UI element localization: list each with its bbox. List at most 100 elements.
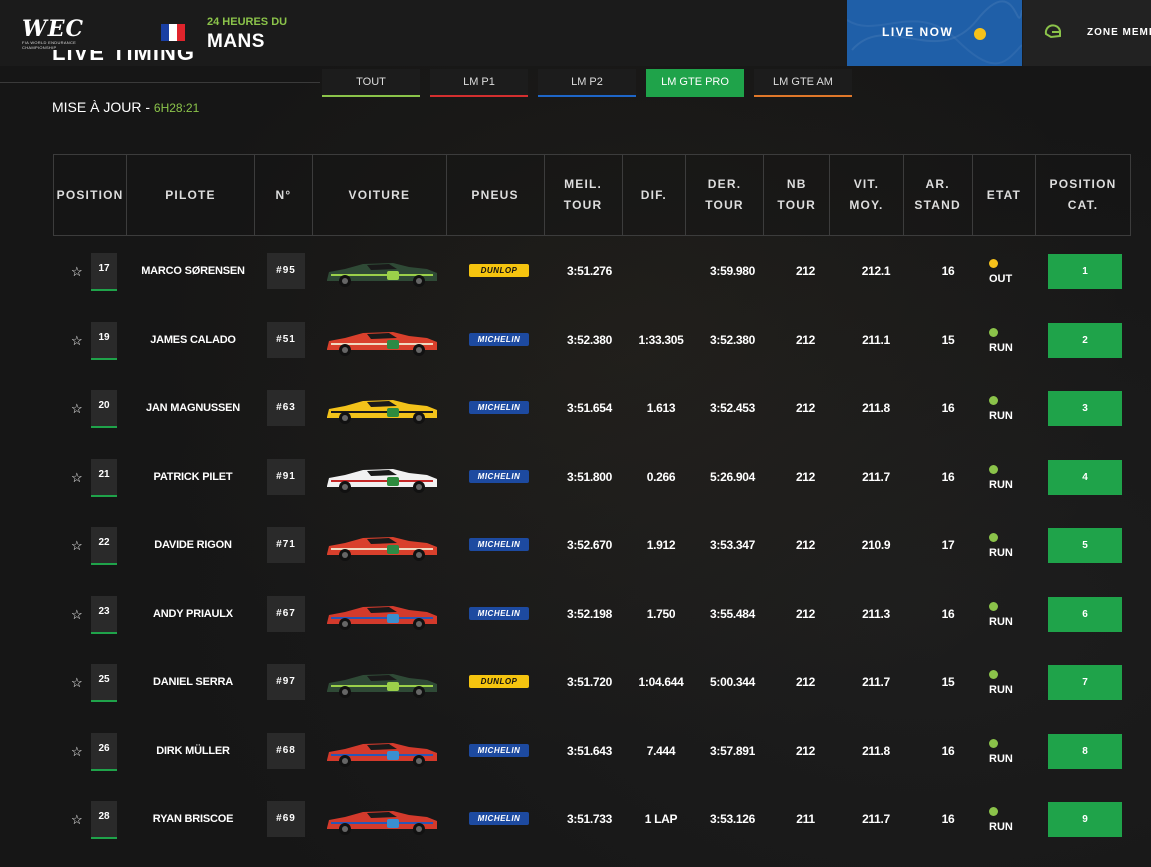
last-lap: 5:00.344 [710, 675, 755, 690]
car-status: RUN [978, 443, 1033, 512]
category-position: 5 [1048, 528, 1122, 563]
pit-stops: 16 [941, 469, 955, 484]
column-header-voiture: VOITURE [313, 155, 447, 235]
tyre-michelin-logo: MICHELIN [469, 401, 529, 414]
average-speed: 211.7 [862, 812, 890, 827]
gap: 7.444 [646, 743, 676, 758]
table-row[interactable]: ☆ 19 JAMES CALADO #51 MICHELIN 3:52.380 1:… [53, 306, 1131, 375]
tyre-dunlop-logo: DUNLOP [469, 264, 529, 277]
average-speed: 210.9 [861, 538, 891, 553]
driver-name[interactable]: DAVIDE RIGON [128, 511, 258, 580]
column-header-position-categorie: POSITION CAT. [1049, 177, 1117, 212]
column-header-arrets-stand: AR. STAND [904, 155, 973, 235]
table-row[interactable]: ☆ 22 DAVIDE RIGON #71 MICHELIN 3:52.670 1.… [53, 511, 1131, 580]
driver-name[interactable]: PATRICK PILET [128, 443, 258, 512]
tyre-michelin-logo: MICHELIN [469, 743, 529, 757]
overall-position: 17 [91, 253, 117, 291]
favorite-star-icon[interactable]: ☆ [71, 538, 83, 554]
car-status: RUN [978, 648, 1033, 717]
average-speed: 211.7 [862, 469, 890, 484]
driver-name[interactable]: DANIEL SERRA [128, 648, 258, 717]
table-row[interactable]: ☆ 21 PATRICK PILET #91 MICHELIN 3:51.800 0… [53, 443, 1131, 512]
status-label: RUN [989, 684, 1013, 696]
pit-stops: 17 [941, 538, 955, 553]
header-divider [0, 82, 320, 83]
category-position: 6 [1048, 596, 1122, 632]
car-status: RUN [978, 785, 1033, 854]
gap: 1.750 [646, 606, 676, 621]
status-label: RUN [989, 821, 1013, 833]
table-row[interactable]: ☆ 25 DANIEL SERRA #97 DUNLOP 3:51.720 1:04… [53, 648, 1131, 717]
tab-lm-gte-am[interactable]: LM GTE AM [754, 69, 852, 97]
last-lap: 3:57.891 [710, 743, 755, 758]
status-label: RUN [989, 478, 1013, 491]
live-now-button[interactable]: LIVE NOW [847, 0, 1022, 66]
helmet-icon [1044, 24, 1061, 39]
column-header-etat: ETAT [973, 155, 1037, 235]
table-row[interactable]: ☆ 26 DIRK MÜLLER #68 MICHELIN 3:51.643 7.4… [53, 717, 1131, 786]
driver-name[interactable]: RYAN BRISCOE [128, 785, 258, 854]
column-header-nb-tours: NB TOUR [764, 155, 831, 235]
last-lap: 3:52.453 [710, 401, 755, 416]
gap: 1:04.644 [638, 675, 684, 690]
favorite-star-icon[interactable]: ☆ [71, 401, 83, 417]
column-header-vitesse-moyenne: VIT. MOY. [830, 155, 904, 235]
gap: 1:33.305 [638, 332, 684, 347]
category-position: 7 [1048, 665, 1122, 700]
category-position: 8 [1048, 733, 1122, 769]
car-ford-icon [323, 806, 441, 836]
lap-count: 212 [795, 538, 816, 553]
driver-name[interactable]: MARCO SØRENSEN [128, 237, 258, 306]
favorite-star-icon[interactable]: ☆ [71, 675, 83, 691]
tab-lm-p2[interactable]: LM P2 [538, 69, 636, 97]
tab-tout[interactable]: TOUT [322, 69, 420, 97]
event-subtitle: 24 HEURES DU [207, 16, 288, 28]
overall-position: 21 [91, 458, 117, 497]
status-label: OUT [989, 273, 1013, 285]
driver-name[interactable]: JAMES CALADO [128, 306, 258, 375]
best-lap: 3:51.800 [567, 469, 612, 484]
car-status: RUN [978, 511, 1033, 580]
zone-membre-button[interactable]: ZONE MEMBRE [1023, 0, 1151, 66]
gap: 1.613 [646, 401, 676, 416]
average-speed: 211.3 [862, 606, 890, 621]
favorite-star-icon[interactable]: ☆ [71, 264, 83, 280]
driver-name[interactable]: DIRK MÜLLER [128, 717, 258, 786]
favorite-star-icon[interactable]: ☆ [71, 607, 83, 623]
car-corvette-icon [323, 395, 441, 425]
favorite-star-icon[interactable]: ☆ [71, 744, 83, 760]
table-row[interactable]: ☆ 17 MARCO SØRENSEN #95 DUNLOP 3:51.276 3:… [53, 237, 1131, 306]
car-number: #71 [267, 527, 305, 563]
wec-logo[interactable]: WEC FIA WORLD ENDURANCE CHAMPIONSHIP [22, 18, 122, 50]
status-dot-icon [989, 670, 998, 679]
driver-name[interactable]: JAN MAGNUSSEN [128, 374, 258, 443]
favorite-star-icon[interactable]: ☆ [71, 333, 83, 349]
table-row[interactable]: ☆ 28 RYAN BRISCOE #69 MICHELIN 3:51.733 1 … [53, 785, 1131, 854]
car-aston-martin-icon [323, 258, 441, 288]
table-row[interactable]: ☆ 20 JAN MAGNUSSEN #63 MICHELIN 3:51.654 1… [53, 374, 1131, 443]
car-number: #68 [267, 732, 305, 769]
status-dot-icon [989, 533, 998, 542]
tab-lm-p1[interactable]: LM P1 [430, 69, 528, 97]
last-lap: 3:55.484 [710, 606, 755, 621]
column-header-numero: N° [255, 155, 314, 235]
lap-count: 212 [795, 401, 816, 416]
table-row[interactable]: ☆ 23 ANDY PRIAULX #67 MICHELIN 3:52.198 1.… [53, 580, 1131, 649]
status-dot-icon [989, 807, 998, 816]
column-header-pneus: PNEUS [447, 155, 545, 235]
column-header-difference: DIF. [623, 155, 686, 235]
favorite-star-icon[interactable]: ☆ [71, 812, 83, 828]
lap-count: 212 [795, 675, 816, 690]
best-lap: 3:52.670 [567, 538, 612, 553]
overall-position: 20 [91, 390, 117, 428]
favorite-star-icon[interactable]: ☆ [71, 470, 83, 486]
best-lap: 3:51.643 [567, 743, 612, 758]
france-flag-icon [161, 24, 185, 41]
tab-lm-gte-pro[interactable]: LM GTE PRO [646, 69, 744, 97]
status-dot-icon [989, 738, 998, 748]
tyre-dunlop-logo: DUNLOP [469, 675, 529, 688]
event-title[interactable]: MANS [207, 31, 265, 53]
driver-name[interactable]: ANDY PRIAULX [128, 580, 258, 649]
category-tabs: TOUT LM P1 LM P2 LM GTE PRO LM GTE AM [322, 69, 852, 97]
car-ferrari-icon [323, 532, 441, 562]
